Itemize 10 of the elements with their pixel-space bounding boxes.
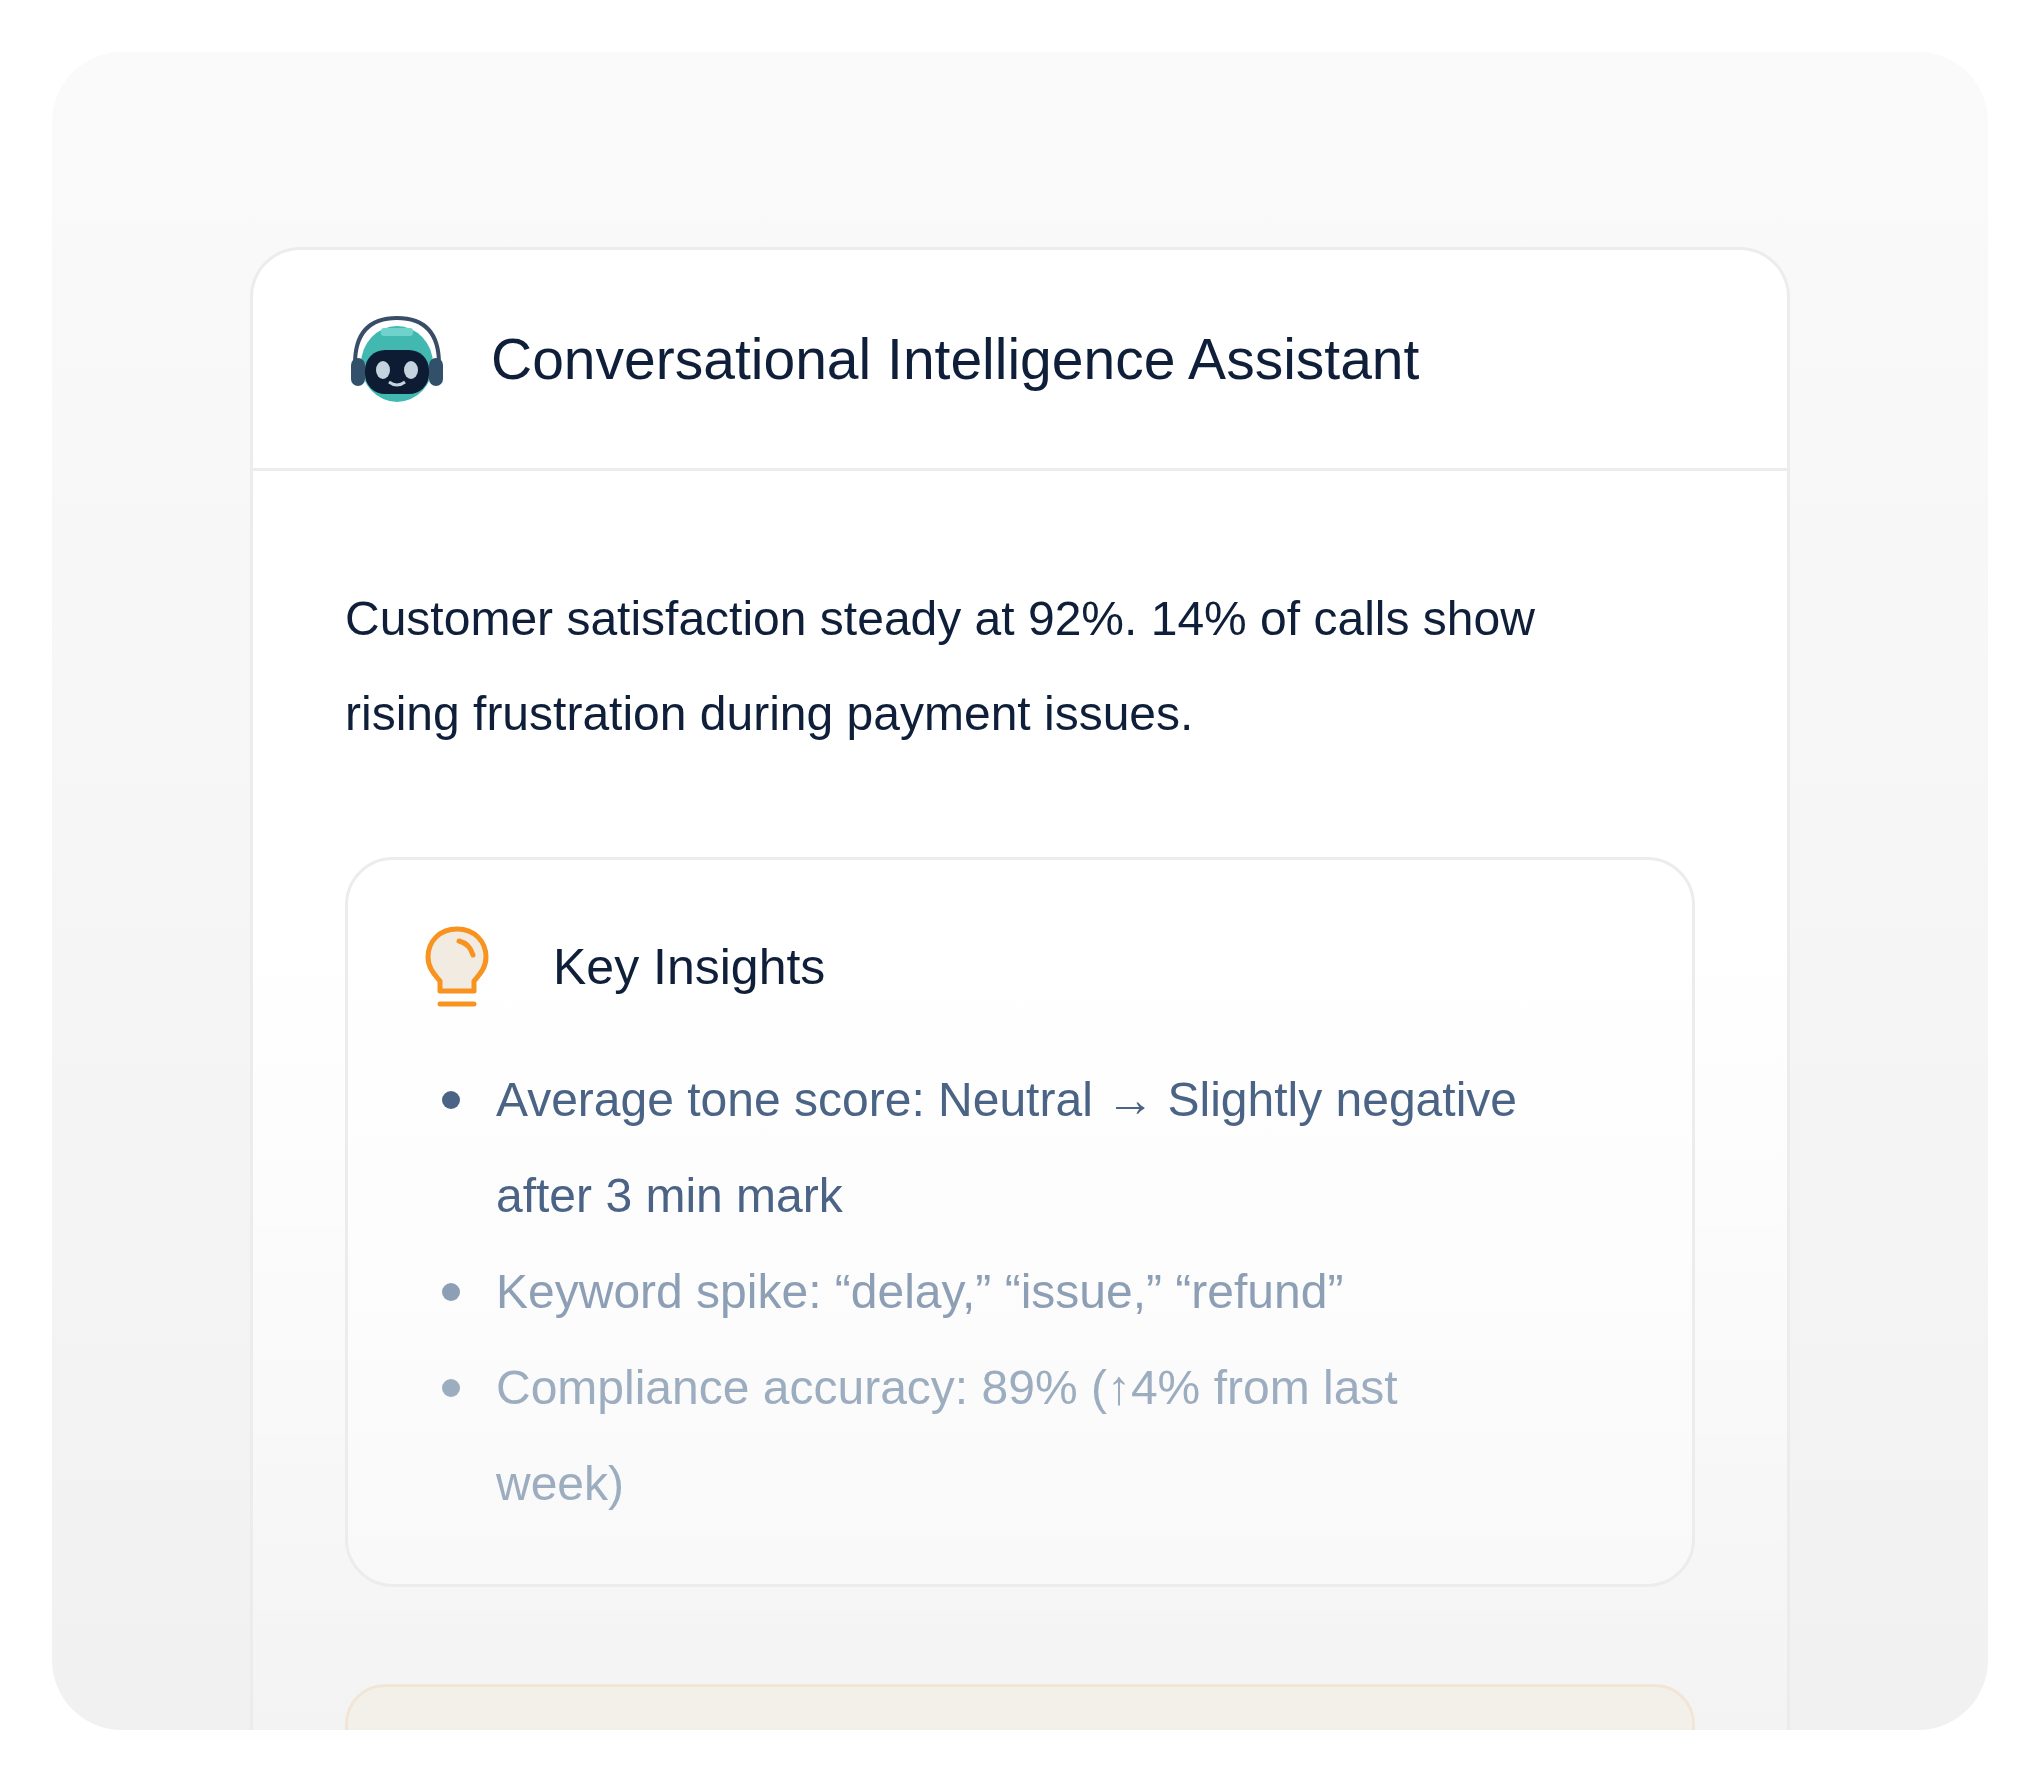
insight-text: Average tone score: Neutral → Slightly negative after 3 min mark [496, 1072, 1518, 1224]
bullet-icon [442, 1091, 460, 1109]
summary-text: Customer satisfaction steady at 92%. 14% of calls show rising frustration during payment issues. [345, 591, 1536, 742]
bullet-icon [442, 1283, 460, 1301]
lightbulb-icon [423, 925, 491, 1009]
insight-text: Compliance accuracy: 89% (↑4% from last week) [496, 1360, 1399, 1512]
insight-text: Keyword spike: “delay,” “issue,” “refund” [496, 1264, 1345, 1320]
insights-title: Key Insights [553, 938, 826, 996]
bullet-icon [442, 1379, 460, 1397]
assistant-title: Conversational Intelligence Assistant [491, 326, 1420, 392]
